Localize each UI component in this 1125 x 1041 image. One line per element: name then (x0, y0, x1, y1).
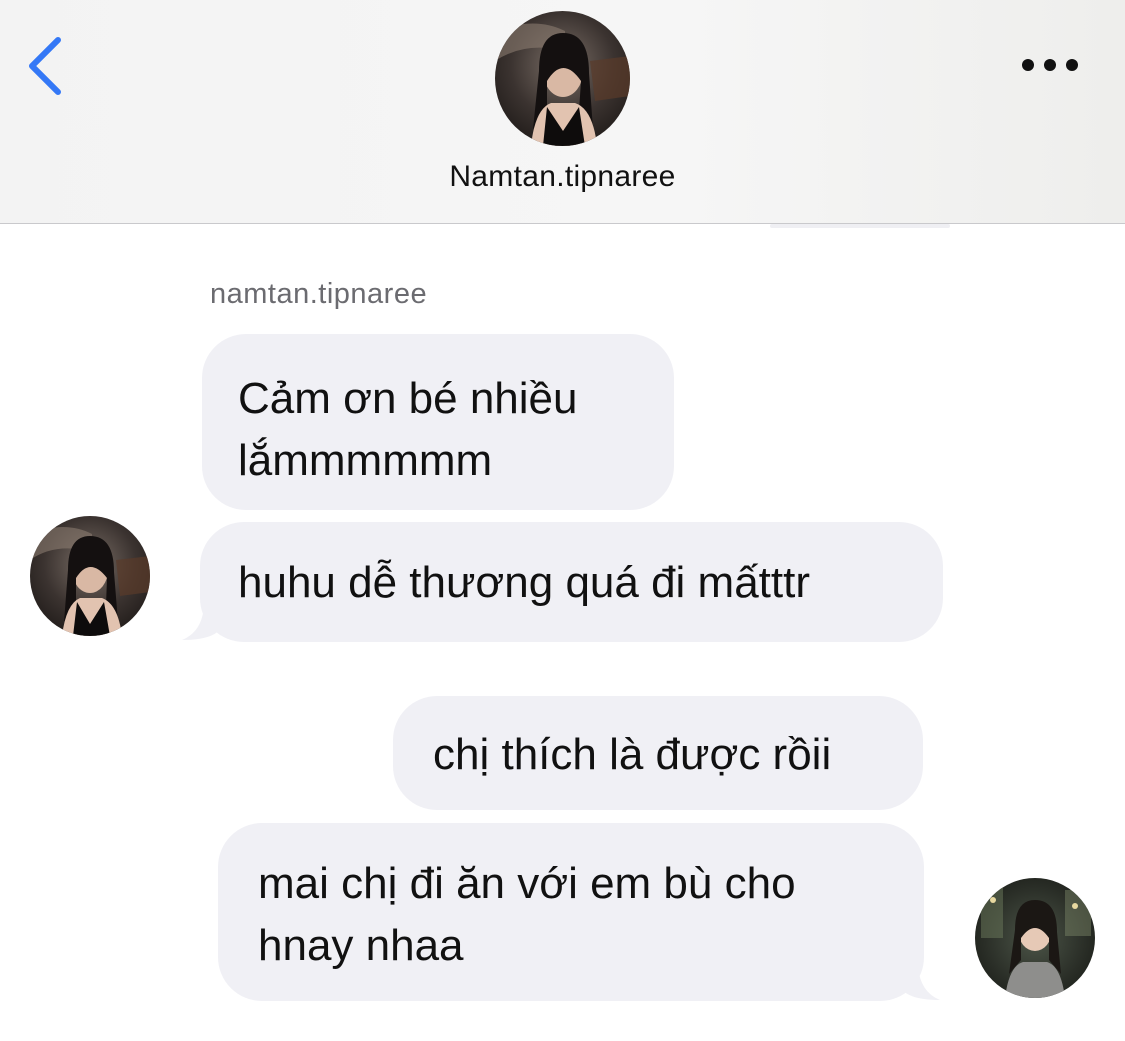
message-text-line: Cảm ơn bé nhiều (238, 374, 578, 423)
contact-photo (495, 11, 630, 146)
chat-screen: Namtan.tipnaree namtan.tipnaree Cảm ơn b… (0, 0, 1125, 1041)
ellipsis-icon (1022, 59, 1078, 71)
back-button[interactable] (22, 34, 72, 98)
message-text-line: huhu dễ thương quá đi mấtttr (238, 558, 810, 607)
chevron-left-icon (29, 37, 61, 95)
incoming-message-bubble[interactable]: Cảm ơn bé nhiều lắmmmmmm (202, 334, 674, 510)
my-photo (975, 878, 1095, 998)
conversation-header: Namtan.tipnaree (0, 0, 1125, 224)
message-text-line: lắmmmmmm (238, 436, 493, 485)
sender-avatar[interactable] (30, 516, 150, 636)
scroll-remnant (770, 224, 950, 228)
outgoing-message-bubble[interactable]: chị thích là được rồii (393, 696, 923, 810)
message-text-line: chị thích là được rồii (433, 730, 832, 779)
incoming-message-bubble[interactable]: huhu dễ thương quá đi mấtttr (200, 522, 943, 642)
sender-label: namtan.tipnaree (210, 278, 428, 310)
contact-name[interactable]: Namtan.tipnaree (0, 160, 1125, 194)
more-options-button[interactable] (1016, 50, 1086, 80)
message-text-line: mai chị đi ăn với em bù cho (258, 859, 796, 908)
contact-avatar[interactable] (495, 11, 630, 146)
sender-photo (30, 516, 150, 636)
message-text-line: hnay nhaa (258, 921, 464, 970)
my-avatar[interactable] (975, 878, 1095, 998)
outgoing-message-bubble[interactable]: mai chị đi ăn với em bù cho hnay nhaa (218, 823, 924, 1001)
